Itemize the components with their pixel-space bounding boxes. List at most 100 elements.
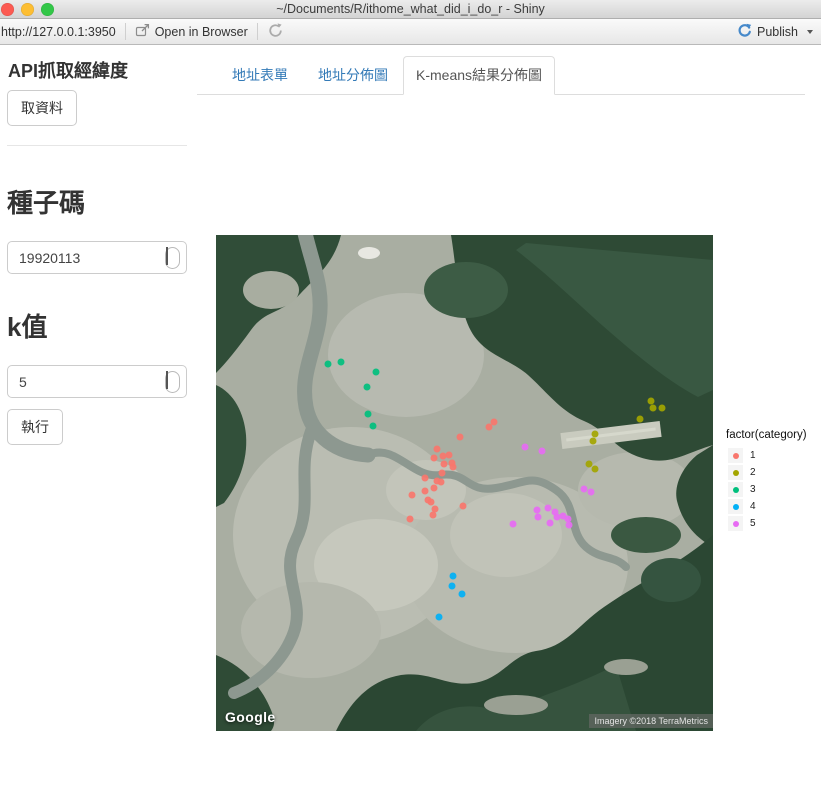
data-point-category-5 [534,513,542,521]
data-point-category-1 [490,418,498,426]
data-point-category-5 [587,488,595,496]
data-point-category-3 [324,360,332,368]
data-point-category-3 [372,368,380,376]
data-point-category-1 [430,484,438,492]
data-point-category-2 [647,397,655,405]
google-logo: Google [225,709,276,725]
legend-dot-3 [732,486,739,493]
legend-dot-4 [732,503,739,510]
legend-title: factor(category) [726,429,807,441]
data-point-category-1 [406,515,414,523]
legend-key [728,448,743,463]
k-stepper[interactable] [165,371,180,393]
data-point-category-1 [438,469,446,477]
legend-key [728,516,743,531]
data-point-category-4 [449,572,457,580]
run-button[interactable]: 執行 [7,409,63,445]
data-point-category-4 [435,613,443,621]
tab-address-map[interactable]: 地址分佈圖 [303,57,403,94]
legend-item: 2 [726,464,807,481]
publish-label: Publish [757,24,798,39]
scatter-layer [216,235,713,731]
data-point-category-1 [440,460,448,468]
data-point-category-1 [421,474,429,482]
seed-input[interactable] [8,242,186,273]
tab-kmeans-result[interactable]: K-means結果分佈圖 [403,56,556,95]
data-point-category-4 [458,590,466,598]
data-point-category-3 [364,410,372,418]
tab-address-table[interactable]: 地址表單 [217,57,303,94]
legend-label: 1 [750,450,756,461]
open-in-browser-icon [135,23,150,40]
legend-item: 5 [726,515,807,532]
data-point-category-2 [649,404,657,412]
app-url: http://127.0.0.1:3950 [1,24,116,39]
legend-dot-1 [732,452,739,459]
stepper-down-icon [167,371,168,389]
data-point-category-5 [565,521,573,529]
reload-app-button[interactable] [267,22,284,42]
window-title: ~/Documents/R/ithome_what_did_i_do_r - S… [276,2,545,16]
data-point-category-5 [544,504,552,512]
data-point-category-1 [459,502,467,510]
data-point-category-1 [449,463,457,471]
publish-dropdown-caret[interactable] [807,29,813,34]
data-point-category-5 [538,447,546,455]
open-in-browser-label: Open in Browser [154,24,248,39]
legend-item: 1 [726,447,807,464]
tab-address-table-label[interactable]: 地址表單 [217,57,303,94]
sidebar: API抓取經緯度 取資料 種子碼 k值 執行 [7,57,187,445]
legend-label: 4 [750,501,756,512]
open-in-browser-button[interactable]: Open in Browser [135,23,248,40]
data-point-category-2 [591,465,599,473]
data-point-category-2 [589,437,597,445]
data-point-category-1 [427,498,435,506]
map-attribution: Imagery ©2018 TerraMetrics [589,714,713,728]
data-point-category-2 [636,415,644,423]
k-input[interactable] [8,366,186,397]
data-point-category-2 [658,404,666,412]
legend-label: 5 [750,518,756,529]
viewer-toolbar: http://127.0.0.1:3950 Open in Browser Pu… [0,19,821,45]
sidebar-divider [7,145,187,146]
toolbar-separator [124,23,126,40]
publish-button[interactable]: Publish [737,23,813,41]
data-point-category-5 [533,506,541,514]
data-point-category-3 [363,383,371,391]
data-point-category-1 [421,487,429,495]
legend-key [728,482,743,497]
legend-key [728,465,743,480]
data-point-category-1 [437,478,445,486]
fetch-data-button[interactable]: 取資料 [7,90,77,126]
data-point-category-1 [430,454,438,462]
tab-kmeans-result-label[interactable]: K-means結果分佈圖 [403,56,556,95]
publish-icon [737,23,752,41]
seed-input-group [7,241,187,274]
window-titlebar: ~/Documents/R/ithome_what_did_i_do_r - S… [0,0,821,19]
kmeans-map-plot: Google Imagery ©2018 TerraMetrics [216,235,713,731]
seed-stepper[interactable] [165,247,180,269]
tab-bar: 地址表單 地址分佈圖 K-means結果分佈圖 [197,56,805,95]
data-point-category-5 [521,443,529,451]
toolbar-separator [256,23,258,40]
data-point-category-5 [546,519,554,527]
data-point-category-1 [445,451,453,459]
data-point-category-1 [456,433,464,441]
legend-dot-5 [732,520,739,527]
data-point-category-1 [433,445,441,453]
data-point-category-5 [509,520,517,528]
data-point-category-4 [448,582,456,590]
seed-heading: 種子碼 [7,188,86,218]
k-heading: k值 [7,312,48,342]
k-input-group [7,365,187,398]
data-point-category-1 [408,491,416,499]
legend-label: 2 [750,467,756,478]
legend-label: 3 [750,484,756,495]
data-point-category-1 [429,511,437,519]
plot-legend: factor(category) 1 2 3 4 5 [726,429,807,532]
data-point-category-2 [591,430,599,438]
refresh-icon [267,22,284,42]
stepper-down-icon [167,247,168,265]
legend-item: 3 [726,481,807,498]
tab-address-map-label[interactable]: 地址分佈圖 [303,57,403,94]
